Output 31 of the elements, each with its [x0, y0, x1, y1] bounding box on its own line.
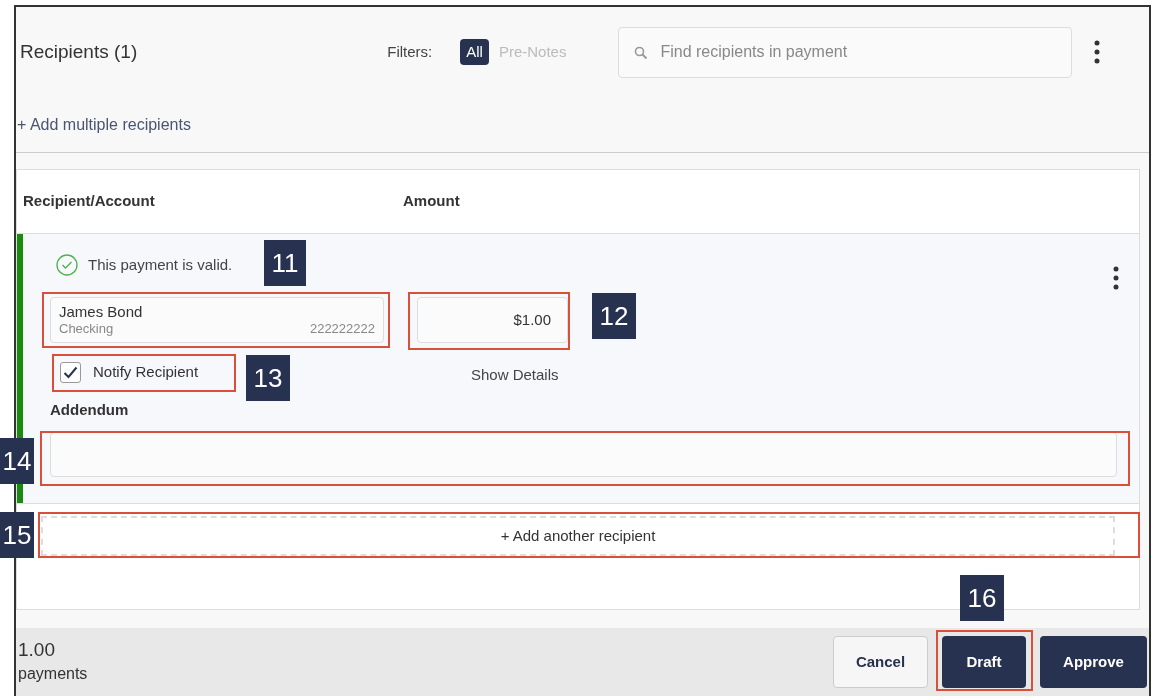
column-header: Recipient/Account — [22, 191, 156, 212]
payment-count: payments — [18, 663, 88, 684]
total-amount: 1.00 — [18, 638, 56, 662]
footer-button[interactable]: Approve — [1040, 636, 1147, 688]
footer-button[interactable]: Cancel — [833, 636, 928, 688]
check-circle-icon — [56, 254, 78, 276]
column-header: Amount — [403, 191, 460, 212]
search-icon — [634, 45, 649, 60]
callout-badge: 16 — [960, 575, 1004, 621]
callout-badge: 14 — [0, 438, 34, 484]
callout-badge: 12 — [592, 293, 636, 339]
status-message: This payment is valid. — [88, 254, 233, 275]
add-recipient-button[interactable]: + Add another recipient — [41, 516, 1115, 556]
addendum-field[interactable] — [50, 431, 1117, 477]
callout-badge: 15 — [0, 512, 34, 558]
show-details-link[interactable]: Show Details — [471, 363, 559, 387]
more-icon[interactable] — [1094, 40, 1101, 64]
filters-label: Filters: — [387, 41, 433, 62]
search-field[interactable]: Find recipients in payment — [618, 26, 1073, 78]
checkbox-label: Notify Recipient — [93, 361, 199, 382]
filter-tab[interactable]: All — [460, 38, 489, 66]
footer-button[interactable]: Draft — [942, 636, 1026, 688]
amount-field[interactable]: $1.00 — [417, 297, 568, 343]
add-multiple-link[interactable]: + Add multiple recipients — [17, 112, 191, 137]
callout-badge: 11 — [264, 240, 306, 286]
more-icon[interactable] — [1113, 266, 1119, 290]
checkbox[interactable] — [60, 361, 81, 383]
recipient-field[interactable]: James Bond Checking 222222222 — [50, 297, 384, 343]
section-title: Recipients (1) — [20, 39, 138, 64]
callout-badge: 13 — [246, 355, 290, 401]
field-label: Addendum — [50, 400, 130, 420]
